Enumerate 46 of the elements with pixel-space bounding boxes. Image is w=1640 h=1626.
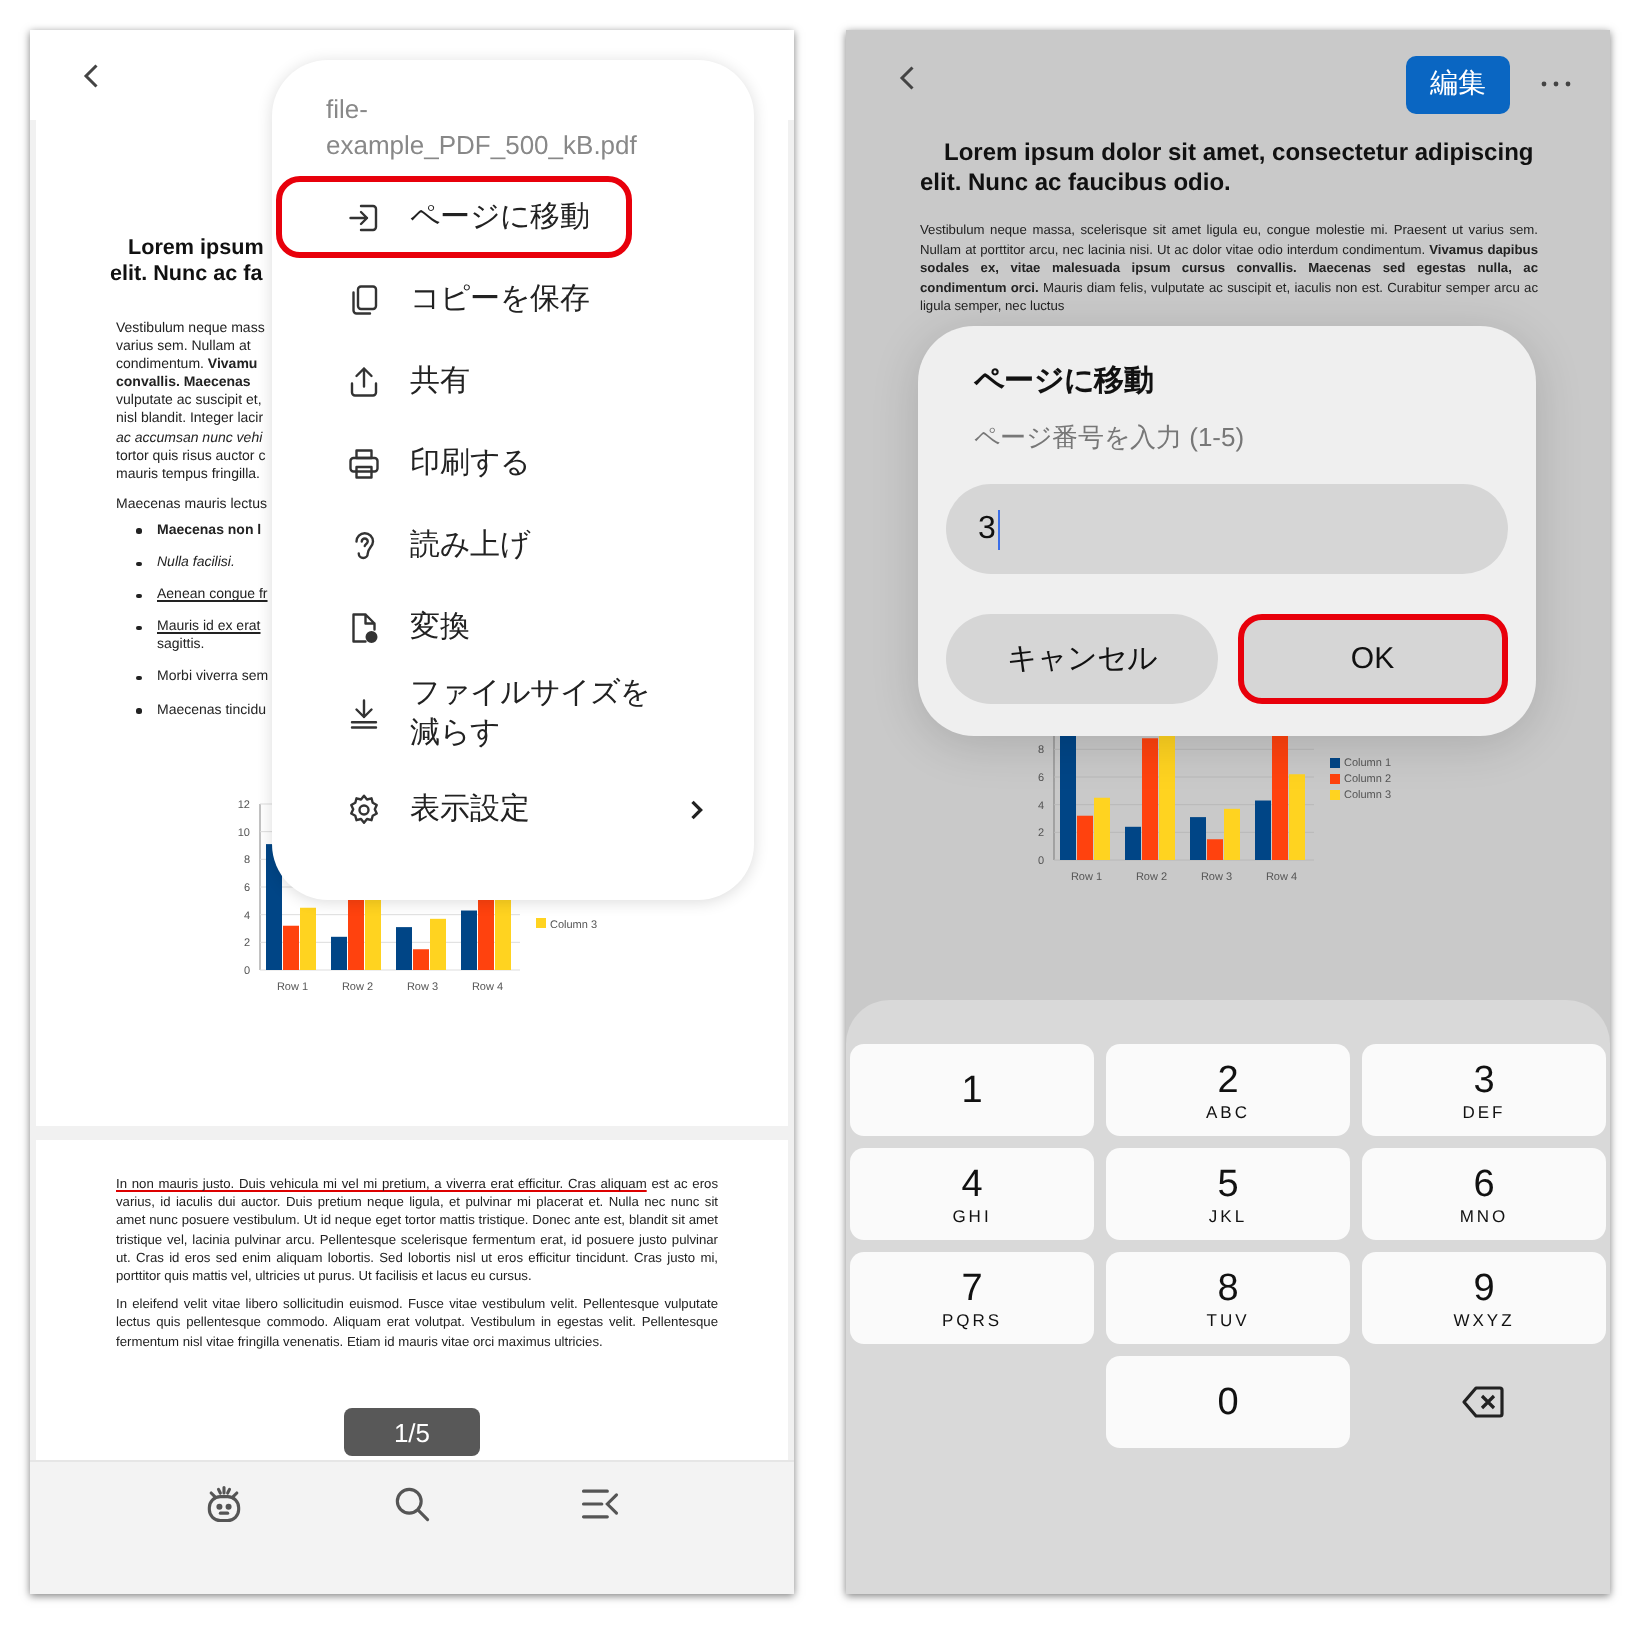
more-icon[interactable] xyxy=(1538,78,1574,90)
page-number-field[interactable]: 3 xyxy=(946,484,1508,574)
robot-face-icon[interactable] xyxy=(202,1482,246,1526)
dialog-button[interactable]: OK xyxy=(1237,614,1508,704)
edit-button[interactable]: 編集 xyxy=(1406,55,1510,113)
keypad-key[interactable]: 5 JKL xyxy=(1106,1148,1350,1240)
bullet-icon xyxy=(136,528,141,534)
dialog-title: ページに移動 xyxy=(974,362,1156,400)
menu-item[interactable]: ページに移動 xyxy=(276,176,632,258)
file-name: file-example_PDF_500_kB.pdf xyxy=(326,92,639,164)
keypad-key[interactable]: 2 ABC xyxy=(1106,1044,1350,1136)
keypad-key[interactable]: 8 TUV xyxy=(1106,1252,1350,1344)
menu-item[interactable]: 印刷する xyxy=(276,422,736,504)
settings-icon xyxy=(346,791,382,827)
enter-icon xyxy=(346,199,382,235)
download-icon xyxy=(346,696,382,732)
text-cursor xyxy=(997,509,1001,549)
menu-item[interactable]: 表示設定 xyxy=(276,768,736,850)
keypad-key[interactable]: 3 DEF xyxy=(1362,1044,1606,1136)
document-title: elit. Nunc ac fa xyxy=(110,262,263,288)
bullet-icon xyxy=(136,708,141,713)
document-title: Lorem ipsum dolor sit amet, consectetur adipiscing elit. Nunc ac faucibus odio. xyxy=(920,138,1536,198)
page-indicator: 1/5 xyxy=(344,1408,480,1456)
menu-item[interactable]: コピーを保存 xyxy=(276,258,736,340)
printer-icon xyxy=(346,445,382,481)
bullet-icon xyxy=(136,675,141,681)
bullet-icon xyxy=(136,593,141,599)
dialog-hint: ページ番号を入力 (1-5) xyxy=(974,420,1247,456)
bullet-icon xyxy=(136,561,141,567)
keypad-key[interactable]: 1 xyxy=(850,1044,1094,1136)
keypad-key[interactable]: 6 MNO xyxy=(1362,1148,1606,1240)
keypad-key[interactable]: 0 xyxy=(1106,1356,1350,1448)
search-icon[interactable] xyxy=(390,1482,434,1526)
bullet-icon xyxy=(136,625,141,631)
menu-item[interactable]: 読み上げ xyxy=(276,504,736,586)
menu-item[interactable]: 共有 xyxy=(276,340,736,422)
copy-icon xyxy=(346,281,382,317)
menu-item[interactable]: 変換 xyxy=(276,586,736,668)
share-icon xyxy=(346,363,382,399)
keypad-key[interactable]: 7 PQRS xyxy=(850,1252,1094,1344)
keypad-key[interactable]: 4 GHI xyxy=(850,1148,1094,1240)
menu-item[interactable]: ファイルサイズを減らす xyxy=(276,668,736,760)
keypad-key[interactable]: 9 WXYZ xyxy=(1362,1252,1606,1344)
document-title: Lorem ipsum xyxy=(128,236,264,262)
file-icon xyxy=(346,609,382,645)
dialog-button[interactable]: キャンセル xyxy=(946,614,1217,704)
